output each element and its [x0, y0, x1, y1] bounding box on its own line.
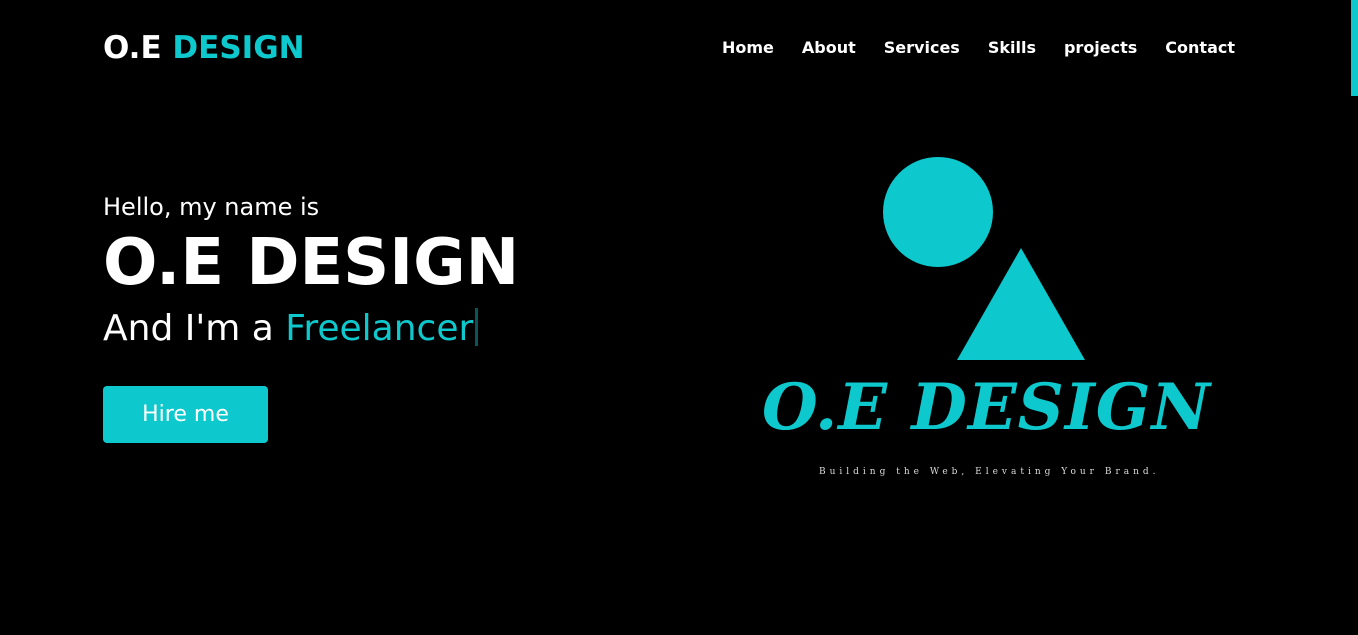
- nav-item-projects[interactable]: projects: [1064, 36, 1137, 60]
- brand-logo-graphic: O.E DESIGN Building the Web, Elevating Y…: [740, 150, 1220, 490]
- hero-greeting: Hello, my name is: [103, 193, 320, 221]
- hire-me-button[interactable]: Hire me: [103, 386, 268, 443]
- hero-text: Hello, my name is O.E DESIGN And I'm a F…: [103, 190, 519, 352]
- text-cursor-icon: [475, 308, 479, 346]
- nav-item-skills[interactable]: Skills: [988, 36, 1036, 60]
- site-logo[interactable]: O.E DESIGN: [103, 28, 305, 68]
- triangle-shape-icon: [957, 248, 1085, 360]
- nav-item-home[interactable]: Home: [722, 36, 774, 60]
- nav-item-contact[interactable]: Contact: [1165, 36, 1235, 60]
- hero-role-prefix: And I'm a: [103, 308, 274, 349]
- nav-menu: Home About Services Skills projects Cont…: [694, 36, 1235, 60]
- navbar: O.E DESIGN Home About Services Skills pr…: [0, 0, 1350, 96]
- brand-wordmark: O.E DESIGN: [762, 370, 1211, 445]
- logo-main-text: O.E: [103, 30, 162, 66]
- nav-item-services[interactable]: Services: [884, 36, 960, 60]
- hero-role: And I'm a Freelancer: [103, 306, 519, 352]
- hero-name: O.E DESIGN: [103, 226, 520, 300]
- scrollbar-thumb[interactable]: [1351, 0, 1358, 96]
- page: O.E DESIGN Home About Services Skills pr…: [0, 0, 1358, 635]
- brand-tagline: Building the Web, Elevating Your Brand.: [819, 467, 1160, 477]
- logo-accent-text: DESIGN: [172, 30, 305, 66]
- page-scrollbar[interactable]: [1350, 0, 1358, 635]
- nav-item-about[interactable]: About: [802, 36, 856, 60]
- hero-role-typed: Freelancer: [285, 308, 474, 349]
